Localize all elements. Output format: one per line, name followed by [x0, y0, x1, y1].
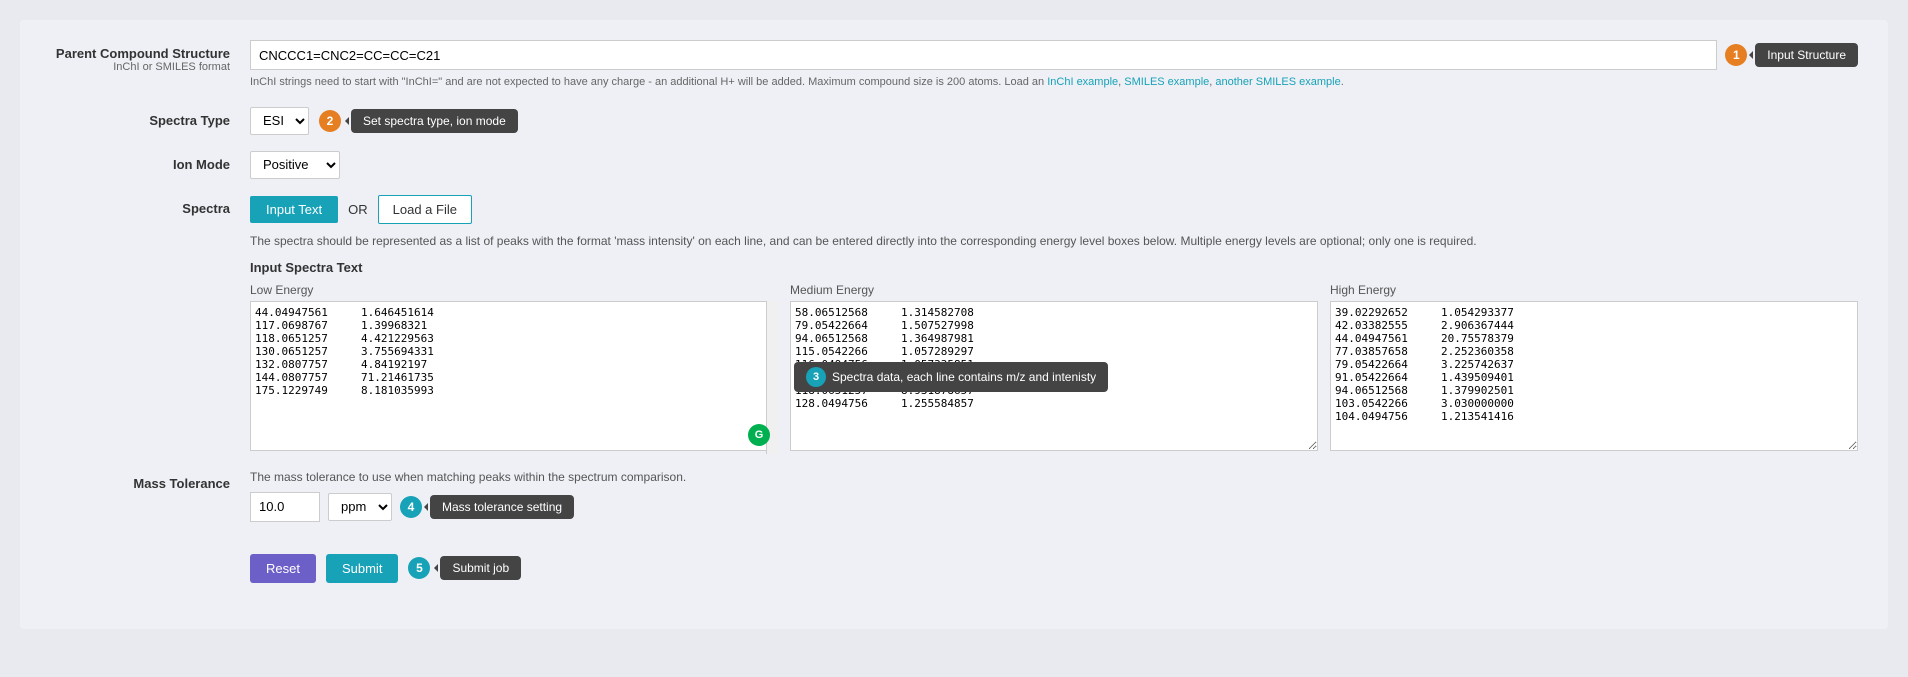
- ion-mode-controls: Positive Negative: [250, 151, 1858, 179]
- parent-compound-label: Parent Compound Structure InChI or SMILE…: [50, 40, 250, 73]
- submit-job-tooltip: Submit job: [440, 556, 521, 580]
- spectra-content: Input Text OR Load a File The spectra sh…: [250, 195, 1858, 454]
- badge-1: 1: [1725, 44, 1747, 66]
- mass-tolerance-input[interactable]: [250, 492, 320, 522]
- mass-tolerance-content: The mass tolerance to use when matching …: [250, 470, 1858, 522]
- action-buttons: Reset Submit 5 Submit job: [250, 554, 1858, 583]
- spectra-label: Spectra: [50, 195, 250, 216]
- ion-mode-row: Ion Mode Positive Negative: [50, 151, 1858, 179]
- spectra-type-select[interactable]: ESI EI CI: [250, 107, 309, 135]
- high-energy-textarea[interactable]: 39.02292652 1.054293377 42.03382555 2.90…: [1330, 301, 1858, 451]
- high-energy-wrapper: 39.02292652 1.054293377 42.03382555 2.90…: [1330, 301, 1858, 454]
- help-text: InChI strings need to start with "InChI=…: [250, 74, 1858, 91]
- input-structure-row: 1 Input Structure: [250, 40, 1858, 70]
- mass-tolerance-tooltip: Mass tolerance setting: [430, 495, 574, 519]
- ion-mode-content: Positive Negative: [250, 151, 1858, 179]
- mass-tolerance-controls: ppm Da 4 Mass tolerance setting: [250, 492, 1858, 522]
- submit-button[interactable]: Submit: [326, 554, 398, 583]
- energy-columns: Low Energy 44.04947561 1.646451614 117.0…: [250, 283, 1858, 454]
- spectra-type-tooltip: Set spectra type, ion mode: [351, 109, 518, 133]
- another-smiles-link[interactable]: another SMILES example: [1215, 76, 1340, 88]
- or-text: OR: [348, 202, 368, 217]
- spectra-buttons: Input Text OR Load a File: [250, 195, 1858, 224]
- spectra-type-content: ESI EI CI 2 Set spectra type, ion mode: [250, 107, 1858, 135]
- mass-tolerance-unit-select[interactable]: ppm Da: [328, 493, 392, 521]
- parent-compound-content: 1 Input Structure InChI strings need to …: [250, 40, 1858, 91]
- reset-button[interactable]: Reset: [250, 554, 316, 583]
- high-energy-label: High Energy: [1330, 283, 1858, 297]
- low-energy-wrapper: 44.04947561 1.646451614 117.0698767 1.39…: [250, 301, 778, 454]
- medium-energy-label: Medium Energy: [790, 283, 1318, 297]
- spectra-type-controls: ESI EI CI 2 Set spectra type, ion mode: [250, 107, 1858, 135]
- spectra-info-text: The spectra should be represented as a l…: [250, 232, 1858, 250]
- inchi-example-link[interactable]: InChI example: [1047, 76, 1118, 88]
- ion-mode-label: Ion Mode: [50, 151, 250, 172]
- input-structure-tooltip: Input Structure: [1755, 43, 1858, 67]
- spectra-type-row: Spectra Type ESI EI CI 2 Set spectra typ…: [50, 107, 1858, 135]
- low-energy-textarea[interactable]: 44.04947561 1.646451614 117.0698767 1.39…: [250, 301, 778, 451]
- badge-4: 4: [400, 496, 422, 518]
- input-text-button[interactable]: Input Text: [250, 196, 338, 223]
- parent-compound-input[interactable]: [250, 40, 1717, 70]
- input-spectra-title: Input Spectra Text: [250, 260, 1858, 275]
- action-label-spacer: [50, 538, 250, 544]
- low-energy-label: Low Energy: [250, 283, 778, 297]
- action-row: Reset Submit 5 Submit job: [50, 538, 1858, 583]
- grammarly-button[interactable]: G: [748, 424, 770, 446]
- mass-tolerance-label: Mass Tolerance: [50, 470, 250, 491]
- mass-tolerance-row: Mass Tolerance The mass tolerance to use…: [50, 470, 1858, 522]
- badge-5: 5: [408, 557, 430, 579]
- mass-tolerance-desc: The mass tolerance to use when matching …: [250, 470, 1858, 484]
- spectra-row: Spectra Input Text OR Load a File The sp…: [50, 195, 1858, 454]
- spectra-data-tooltip: 3 Spectra data, each line contains m/z a…: [794, 362, 1108, 392]
- badge-3: 3: [806, 367, 826, 387]
- main-container: Parent Compound Structure InChI or SMILE…: [20, 20, 1888, 629]
- badge-2: 2: [319, 110, 341, 132]
- spectra-type-label: Spectra Type: [50, 107, 250, 128]
- action-content: Reset Submit 5 Submit job: [250, 538, 1858, 583]
- load-file-button[interactable]: Load a File: [378, 195, 472, 224]
- smiles-example-link[interactable]: SMILES example: [1124, 76, 1209, 88]
- parent-compound-row: Parent Compound Structure InChI or SMILE…: [50, 40, 1858, 91]
- low-energy-col: Low Energy 44.04947561 1.646451614 117.0…: [250, 283, 778, 454]
- high-energy-col: High Energy 39.02292652 1.054293377 42.0…: [1330, 283, 1858, 454]
- ion-mode-select[interactable]: Positive Negative: [250, 151, 340, 179]
- input-spectra-section: Input Spectra Text Low Energy 44.0494756…: [250, 260, 1858, 454]
